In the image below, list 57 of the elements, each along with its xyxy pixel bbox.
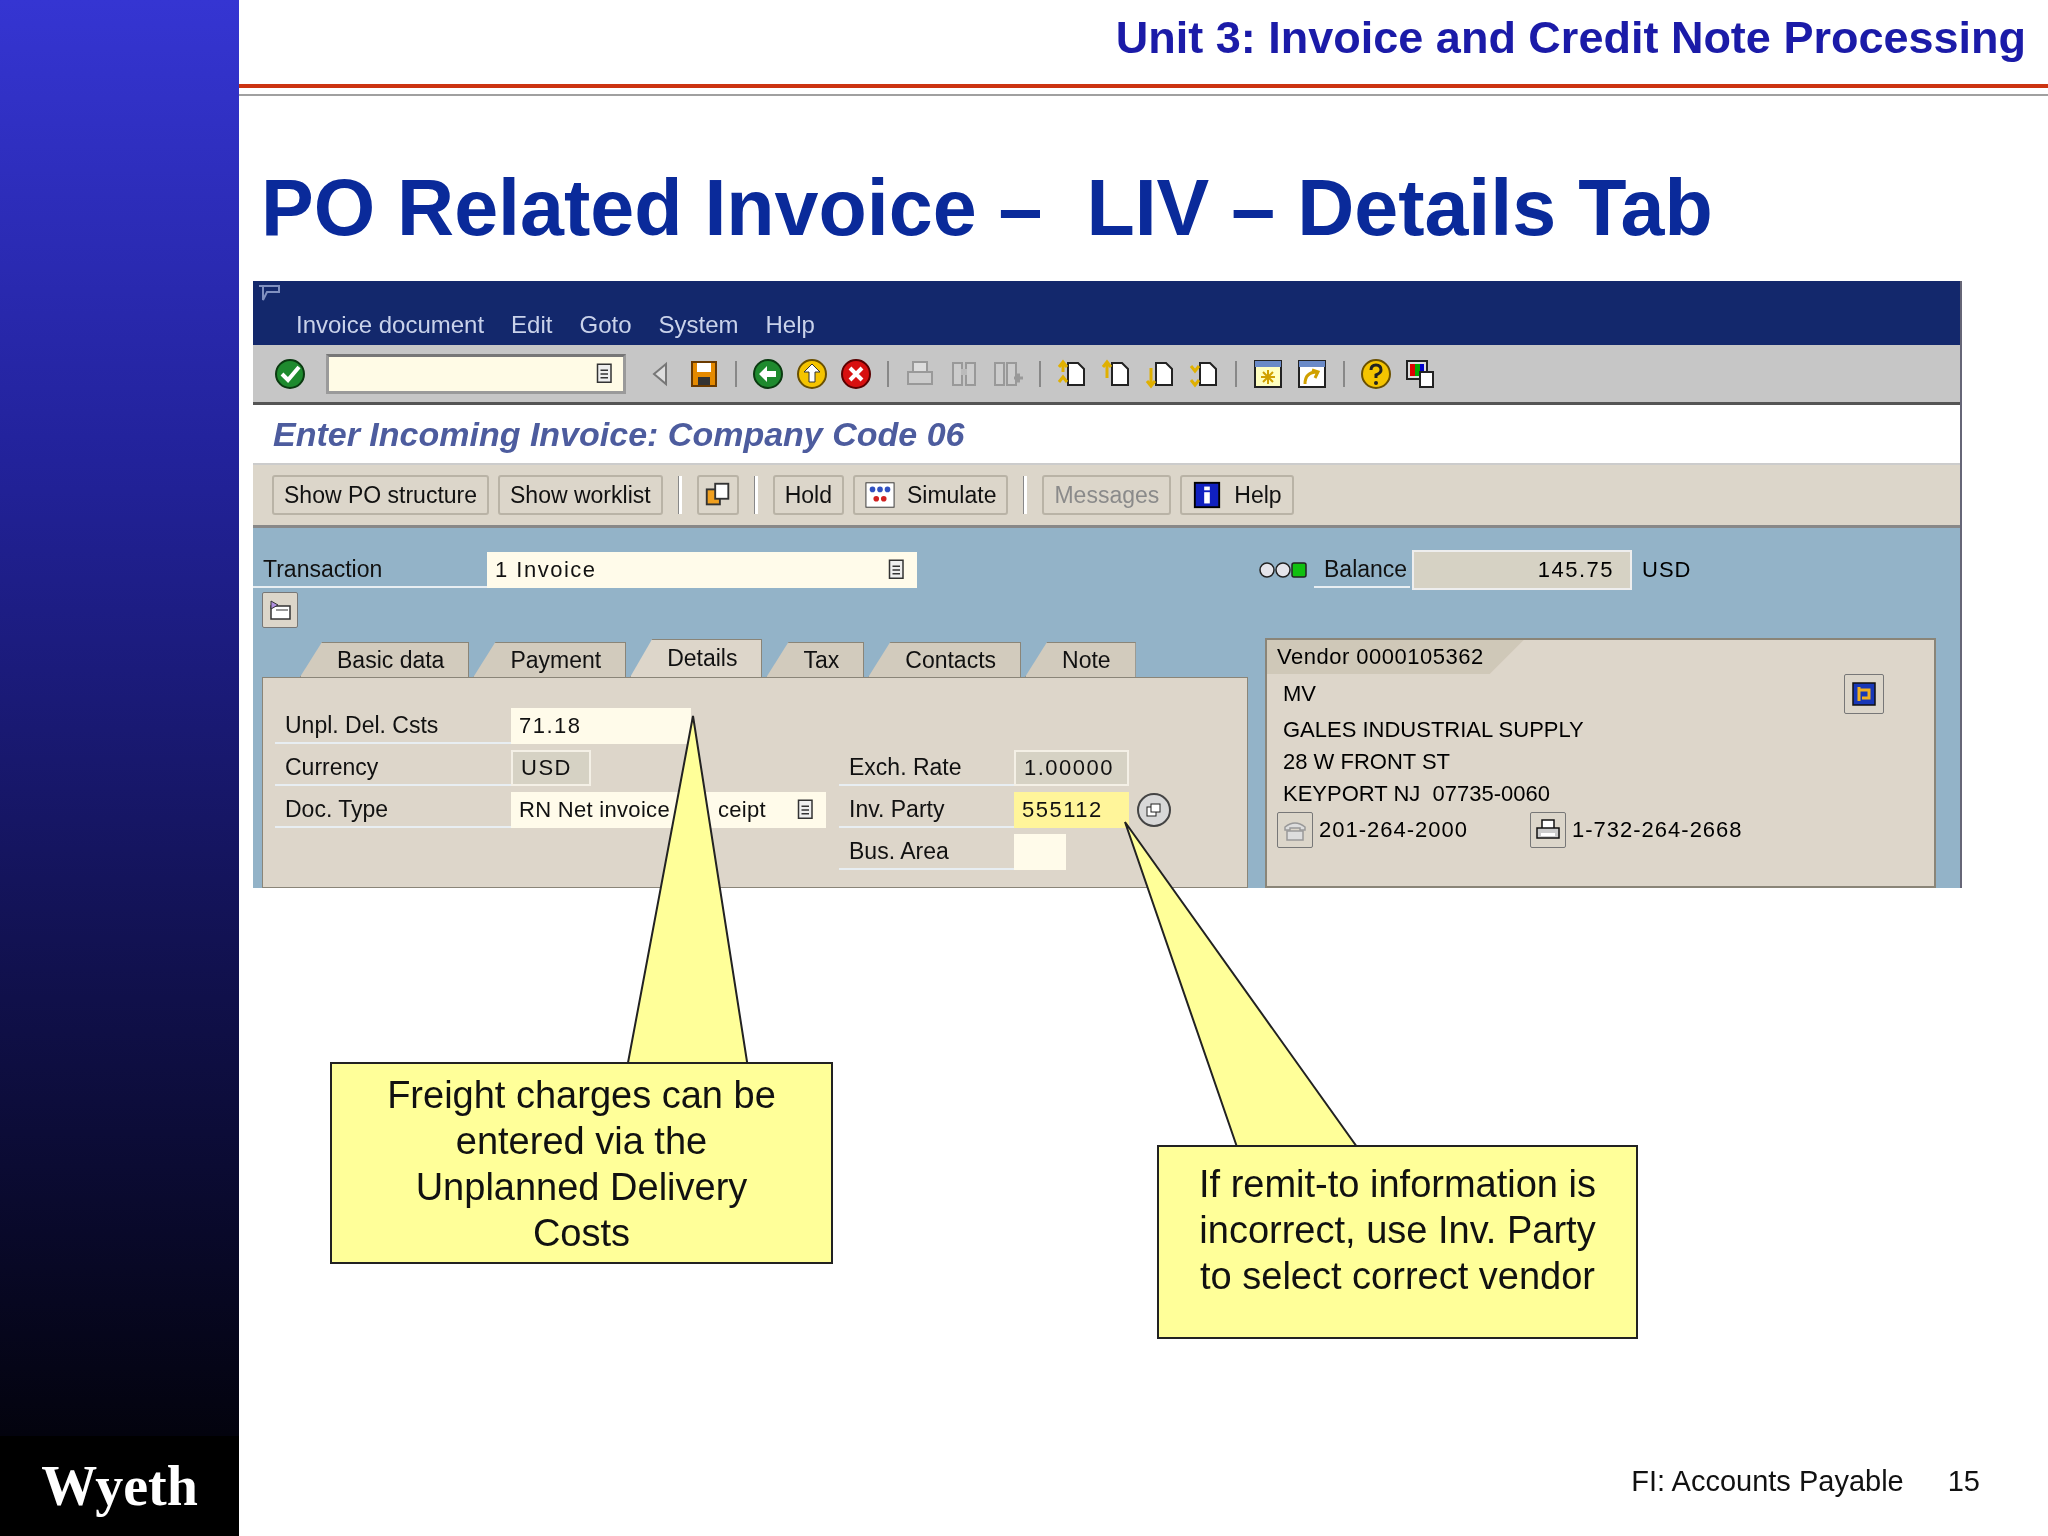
- window-icon[interactable]: [257, 284, 281, 302]
- address-line: MV: [1282, 680, 1316, 708]
- toolbar-button[interactable]: Show worklist: [498, 475, 663, 515]
- menu-item[interactable]: System: [658, 311, 739, 339]
- address-line: KEYPORT NJ 07735-0060: [1282, 780, 1551, 808]
- menu-item[interactable]: Edit: [511, 311, 553, 339]
- fax-number: 1-732-264-2668: [1572, 817, 1743, 843]
- screen-title: Enter Incoming Invoice: Company Code 06: [273, 414, 965, 454]
- vendor-display-button[interactable]: [1844, 674, 1884, 714]
- search-help-button[interactable]: [1137, 793, 1171, 827]
- balance-field: 145.75: [1412, 550, 1632, 590]
- currency-label: USD: [1642, 557, 1692, 583]
- toolbar-button[interactable]: Hold: [772, 475, 844, 515]
- back-icon[interactable]: [752, 357, 784, 390]
- link-icon: [1851, 681, 1877, 707]
- display-field: USD: [511, 750, 591, 786]
- tab[interactable]: Details: [630, 639, 763, 677]
- toolbar-button[interactable]: Show PO structure: [272, 475, 490, 515]
- phone-number: 201-264-2000: [1319, 817, 1469, 843]
- address-line: 28 W FRONT ST: [1282, 748, 1452, 776]
- phone-button[interactable]: [1277, 812, 1313, 848]
- monitor-icon[interactable]: [1404, 357, 1436, 390]
- slide-header: Unit 3: Invoice and Credit Note Processing: [1115, 12, 2026, 64]
- folder-arrow-icon: [268, 598, 292, 622]
- check-icon[interactable]: [274, 357, 306, 390]
- input-field[interactable]: [1014, 834, 1066, 870]
- footer-text: FI: Accounts Payable: [1631, 1465, 1904, 1498]
- tab[interactable]: Contacts: [868, 642, 1022, 677]
- fax-button[interactable]: [1530, 812, 1566, 848]
- help-icon[interactable]: [1360, 357, 1392, 390]
- menu-item[interactable]: Help: [765, 311, 815, 339]
- address-line: GALES INDUSTRIAL SUPPLY: [1282, 716, 1585, 744]
- tab[interactable]: Basic data: [300, 642, 470, 677]
- info-icon: [1192, 480, 1223, 510]
- header-toggle-button[interactable]: [262, 592, 298, 628]
- command-field[interactable]: [326, 353, 626, 394]
- tab[interactable]: Payment: [473, 642, 627, 677]
- windows-icon: [1146, 803, 1162, 817]
- input-field[interactable]: 71.18: [511, 708, 691, 744]
- printer-icon: [1535, 818, 1561, 842]
- input-field[interactable]: 555112: [1014, 792, 1129, 828]
- dots-icon: [864, 480, 895, 510]
- toolbar-button[interactable]: Help: [1180, 475, 1294, 515]
- cancel-icon[interactable]: [840, 357, 872, 390]
- callout-note: If remit-to information is incorrect, use Inv. Party to select correct vendor: [1157, 1145, 1638, 1339]
- tab[interactable]: Note: [1025, 642, 1136, 677]
- vendor-title: Vendor 0000105362: [1267, 640, 1524, 674]
- menu-item[interactable]: Invoice document: [296, 311, 485, 339]
- toolbar-button[interactable]: [696, 475, 739, 515]
- slide-title: PO Related Invoice – LIV – Details Tab: [261, 162, 1714, 254]
- field-label: Balance: [1314, 552, 1410, 588]
- tab[interactable]: Tax: [766, 642, 865, 677]
- menu-item[interactable]: Goto: [579, 311, 632, 339]
- display-field: 1.00000: [1014, 750, 1129, 786]
- page-number: 15: [1947, 1465, 1980, 1498]
- toolbar-button[interactable]: Simulate: [852, 475, 1009, 515]
- transaction-dropdown[interactable]: 1 Invoice: [487, 552, 917, 588]
